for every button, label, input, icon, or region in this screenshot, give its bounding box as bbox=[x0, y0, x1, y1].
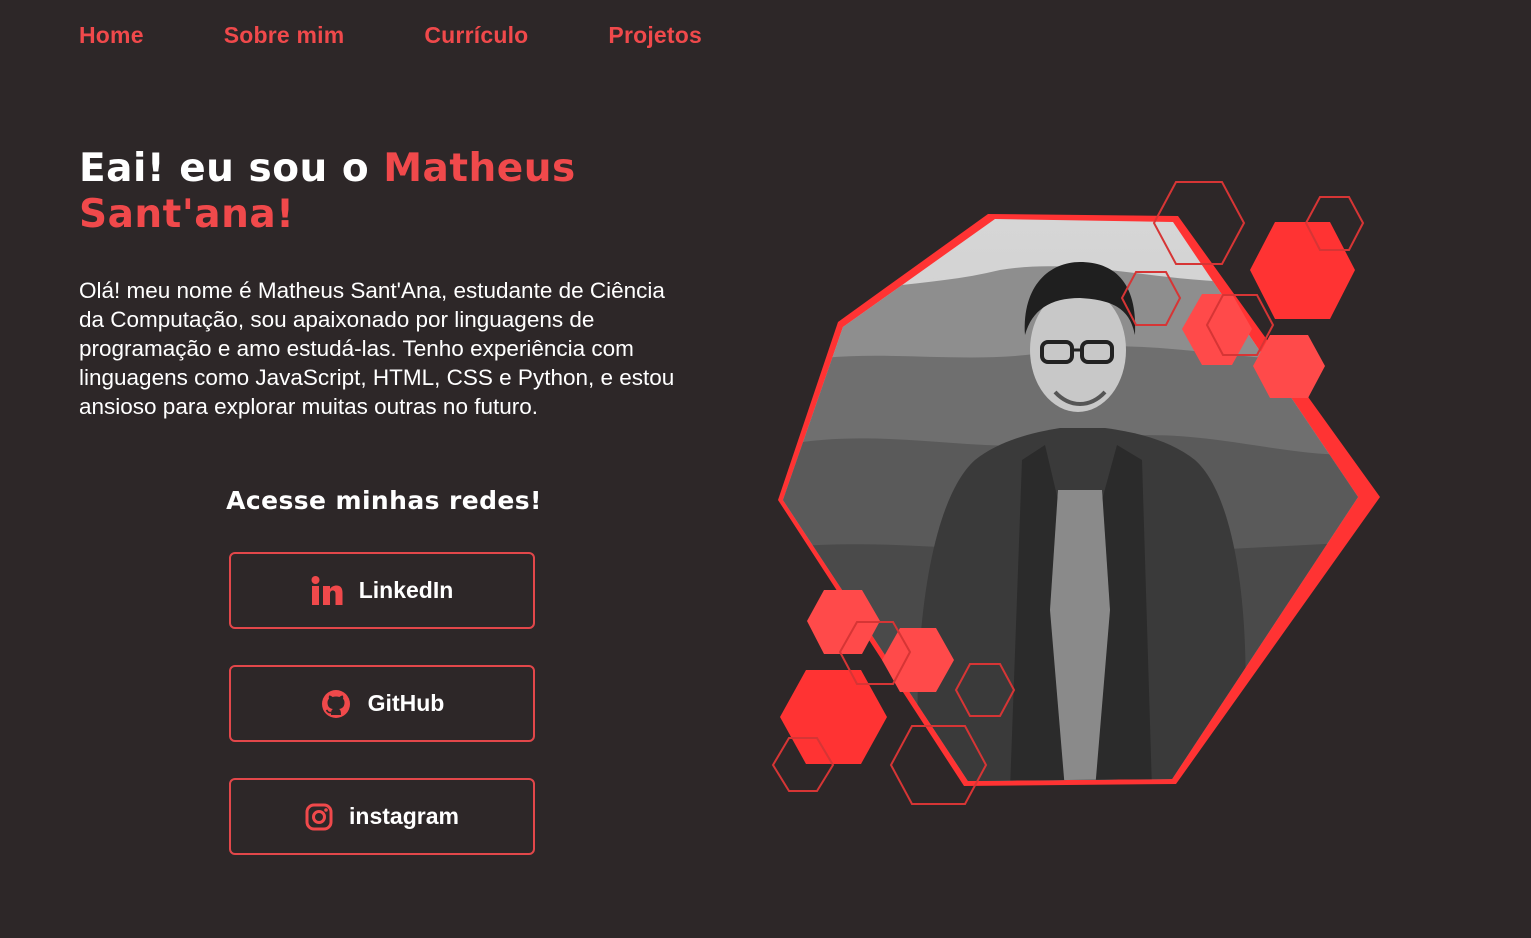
intro-paragraph: Olá! meu nome é Matheus Sant'Ana, estuda… bbox=[79, 278, 675, 419]
nav-home-link[interactable]: Home bbox=[79, 22, 144, 49]
nav-sobre-mim-link[interactable]: Sobre mim bbox=[224, 22, 345, 49]
nav-projetos-link[interactable]: Projetos bbox=[608, 22, 702, 49]
instagram-label: instagram bbox=[349, 803, 459, 829]
linkedin-label: LinkedIn bbox=[358, 577, 454, 603]
instagram-icon bbox=[305, 803, 333, 831]
hero-title: Eai! eu sou o Matheus Sant'ana! bbox=[79, 146, 699, 238]
profile-art bbox=[771, 181, 1380, 805]
linkedin-icon bbox=[311, 575, 343, 606]
github-button[interactable]: GitHub bbox=[229, 665, 535, 742]
main-nav: Home Sobre mim Currículo Projetos bbox=[79, 22, 782, 49]
social-section-title: Acesse minhas redes! bbox=[226, 486, 542, 515]
instagram-button[interactable]: instagram bbox=[229, 778, 535, 855]
github-icon bbox=[320, 688, 352, 720]
linkedin-button[interactable]: LinkedIn bbox=[229, 552, 535, 629]
hero-title-prefix: Eai! eu sou o bbox=[79, 146, 384, 191]
github-label: GitHub bbox=[367, 690, 445, 716]
hexagon-filled bbox=[1250, 222, 1355, 319]
nav-curriculo-link[interactable]: Currículo bbox=[424, 22, 528, 49]
